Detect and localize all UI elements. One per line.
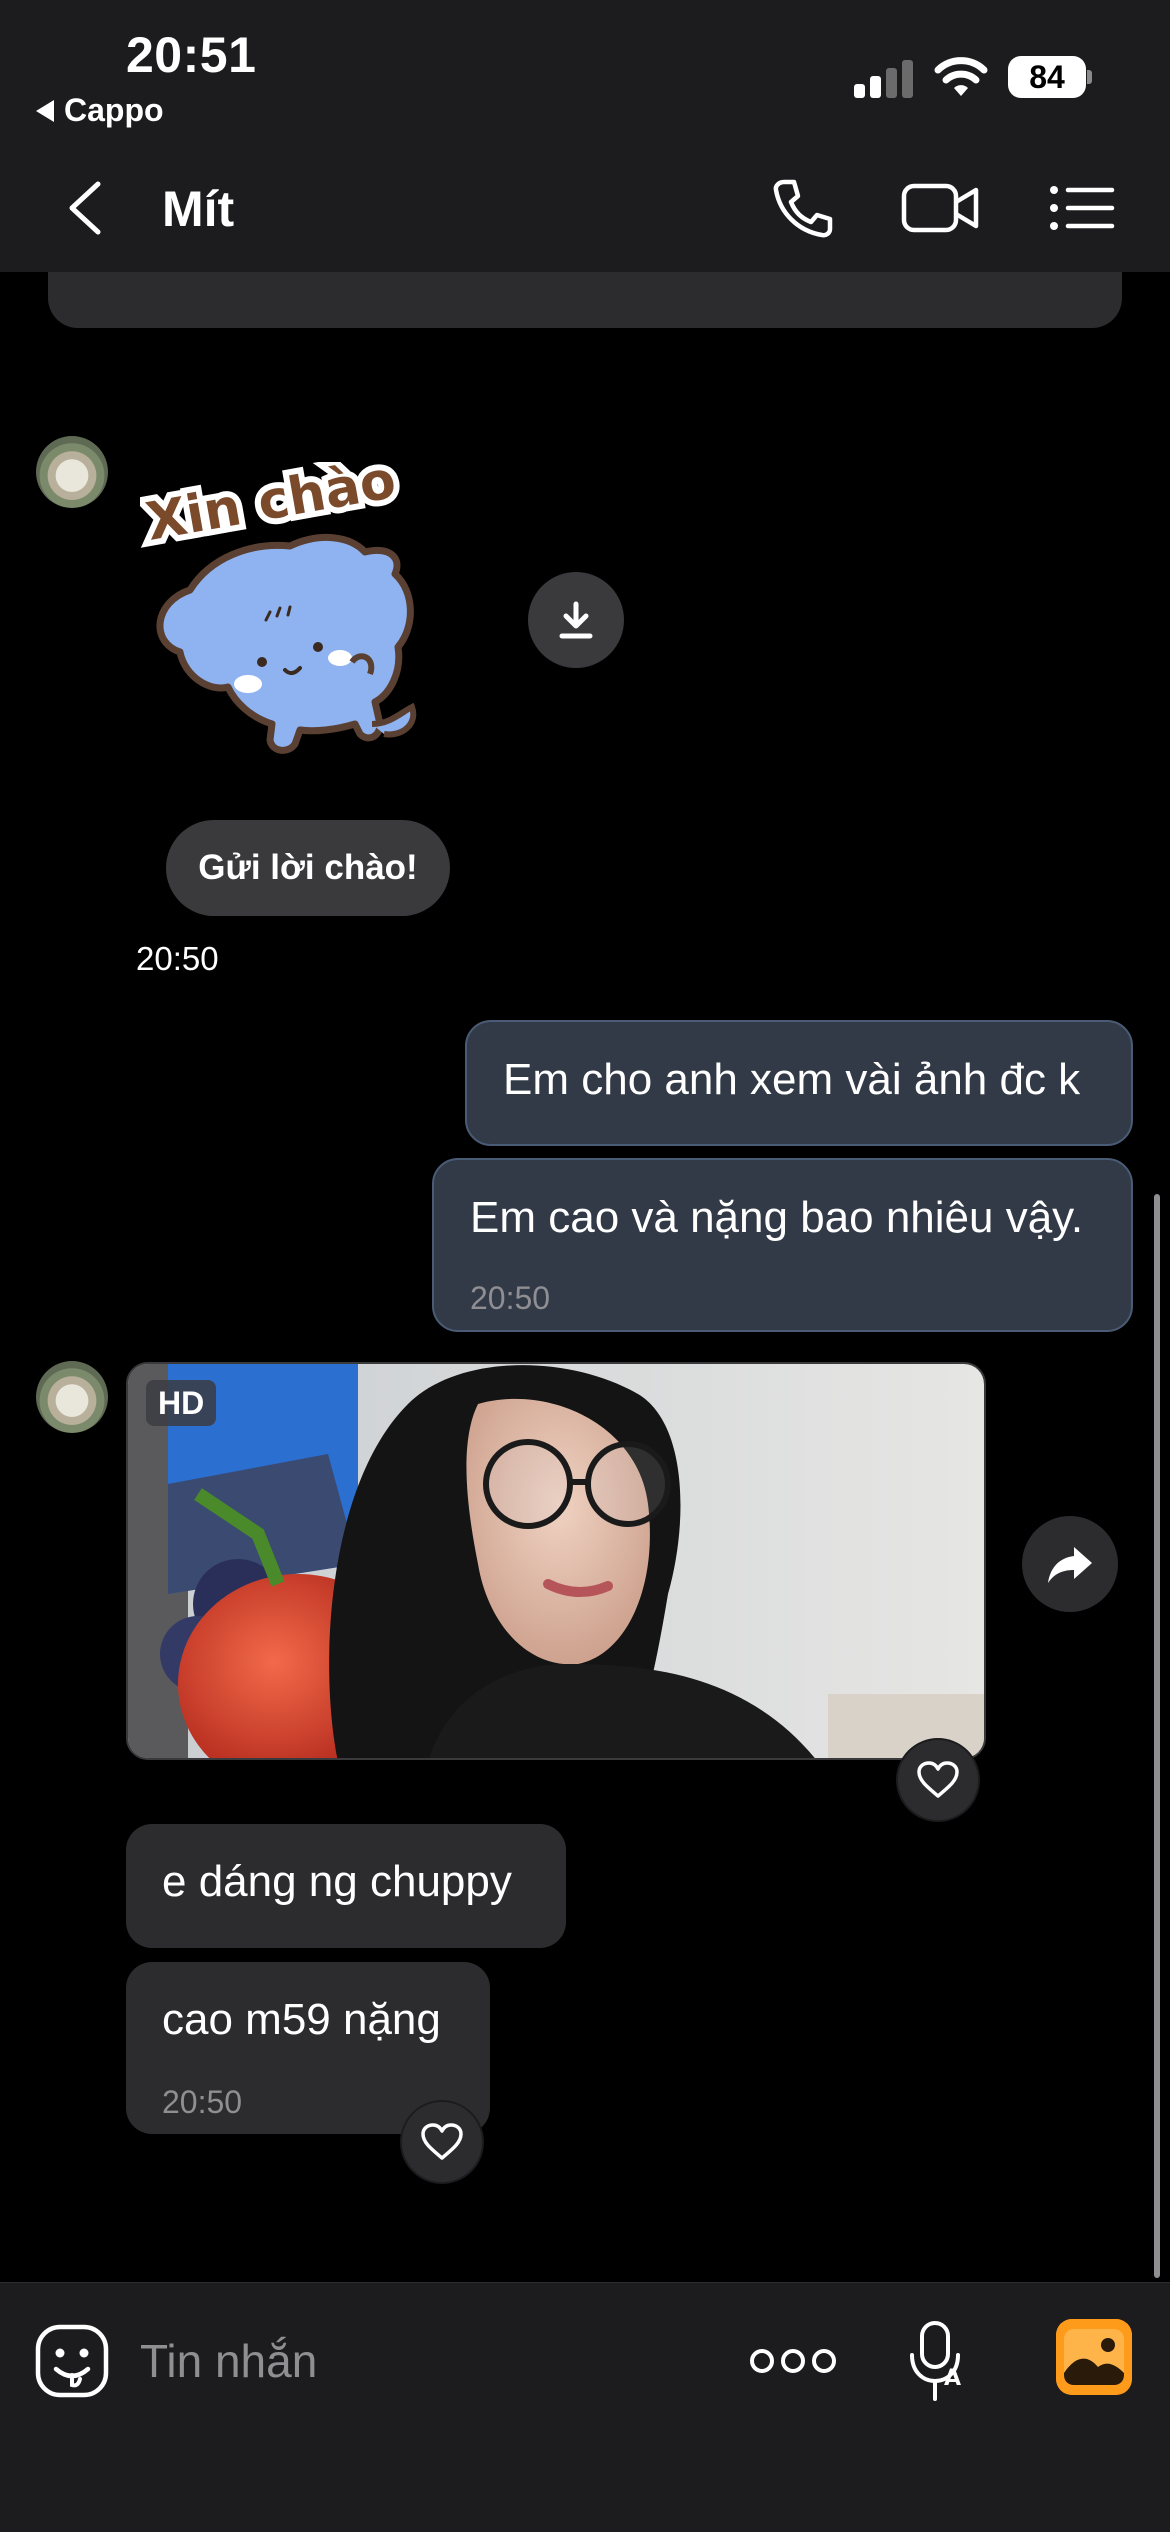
message-input[interactable] [140, 2323, 700, 2399]
share-arrow-icon [1048, 1547, 1092, 1583]
photo-image [128, 1364, 984, 1758]
message-timestamp: 20:50 [136, 940, 219, 977]
battery-indicator: 84 [1008, 56, 1092, 98]
download-icon [559, 601, 593, 639]
phone-icon[interactable] [766, 176, 836, 240]
voice-to-text-mic-icon[interactable]: A [906, 2319, 968, 2403]
chat-area[interactable]: Xin chào Gửi lời chào! 20:50 Em cho anh … [0, 272, 1170, 2282]
message-text: Em cho anh xem vài ảnh đc k [503, 1055, 1081, 1104]
message-text: Em cao và nặng bao nhiêu vậy. [470, 1193, 1084, 1242]
contact-avatar[interactable] [36, 1361, 108, 1433]
share-button[interactable] [1022, 1516, 1118, 1612]
back-chevron-icon[interactable] [58, 176, 114, 240]
status-time: 20:51 [126, 27, 257, 83]
message-text: e dáng ng chuppy [162, 1857, 512, 1906]
svg-text:A: A [944, 2366, 961, 2391]
header: 20:51 Cappo 84 Mít [0, 0, 1170, 272]
message-text: cao m59 nặng [162, 1995, 441, 2044]
message-timestamp: 20:50 [162, 2084, 243, 2120]
heart-icon [421, 2123, 463, 2160]
incoming-message[interactable]: e dáng ng chuppy [126, 1824, 566, 1948]
sticker-caption: Xin chào [142, 462, 400, 553]
react-heart-button[interactable] [896, 1738, 980, 1822]
react-heart-button[interactable] [400, 2100, 484, 2184]
heart-icon [917, 1761, 959, 1798]
contact-avatar[interactable] [36, 436, 108, 508]
battery-level: 84 [1008, 56, 1086, 98]
back-triangle-icon [36, 99, 54, 122]
wifi-icon [934, 57, 988, 96]
photo-message[interactable]: HD [126, 1362, 986, 1760]
sticker-face-icon[interactable] [34, 2323, 110, 2399]
back-to-app-link[interactable]: Cappo [36, 92, 164, 129]
back-app-label: Cappo [64, 92, 164, 128]
chat-title[interactable]: Mít [162, 180, 234, 238]
previous-message-card [48, 272, 1122, 328]
outgoing-message[interactable]: Em cho anh xem vài ảnh đc k [465, 1020, 1133, 1146]
download-button[interactable] [528, 572, 624, 668]
message-composer: A [0, 2282, 1170, 2532]
cellular-signal-icon [854, 58, 914, 98]
outgoing-message[interactable]: Em cao và nặng bao nhiêu vậy. 20:50 [432, 1158, 1133, 1332]
video-camera-icon[interactable] [900, 176, 980, 240]
scrollbar[interactable] [1154, 1194, 1160, 2278]
message-timestamp: 20:50 [470, 1280, 551, 1316]
send-greeting-button[interactable]: Gửi lời chào! [166, 820, 450, 916]
sticker-image[interactable]: Xin chào [140, 462, 480, 772]
hd-badge: HD [146, 1380, 217, 1426]
gallery-icon[interactable] [1056, 2319, 1132, 2395]
more-dots-icon[interactable] [748, 2339, 838, 2383]
list-menu-icon[interactable] [1046, 176, 1116, 240]
